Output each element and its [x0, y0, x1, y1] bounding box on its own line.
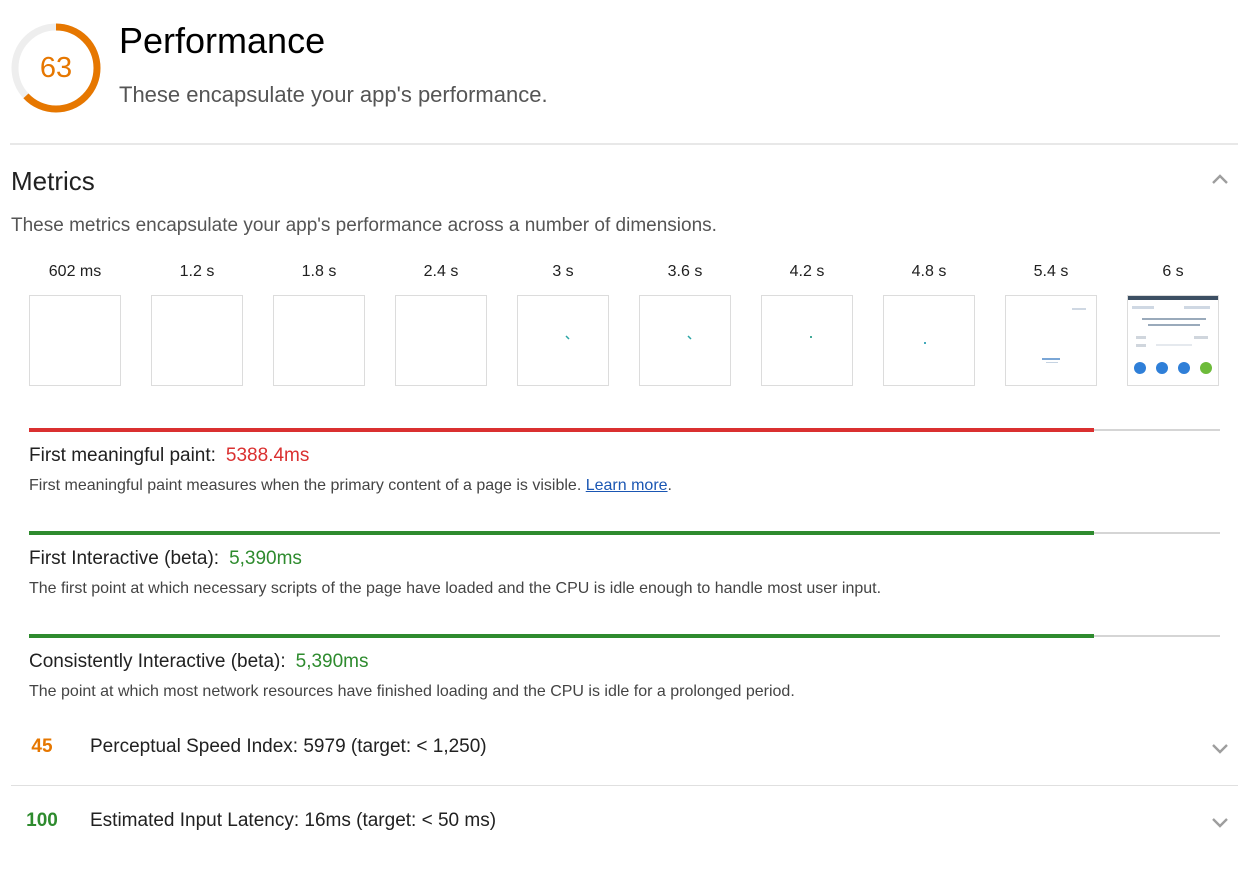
metrics-group-title: Metrics — [11, 166, 95, 196]
divider — [10, 143, 1238, 145]
audit-title: Perceptual Speed Index: 5979 (target: < … — [90, 736, 487, 757]
frame-timestamp: 602 ms — [48, 263, 102, 280]
filmstrip-frame: 602 ms — [29, 260, 121, 386]
frame-timestamp: 6 s — [1162, 263, 1184, 280]
filmstrip-frame: 3 s — [517, 260, 609, 386]
metric-bar-fill — [29, 634, 1094, 638]
frame-timestamp: 1.8 s — [301, 263, 337, 280]
metric-label: First Interactive (beta): — [29, 548, 220, 569]
frame-timestamp: 1.2 s — [179, 263, 215, 280]
filmstrip-frame: 2.4 s — [395, 260, 487, 386]
chevron-down-icon[interactable] — [1208, 810, 1232, 834]
metric-value: 5,390ms — [229, 548, 302, 569]
frame-thumbnail — [395, 295, 487, 386]
filmstrip: 602 ms 1.2 s 1.8 s 2.4 s 3 s 3.6 s 4.2 s… — [29, 260, 1229, 390]
metric-bar-track — [29, 531, 1220, 535]
frame-timestamp: 3 s — [552, 263, 574, 280]
score-gauge: 63 — [10, 22, 102, 114]
frame-thumbnail — [1127, 295, 1219, 386]
frame-thumbnail — [29, 295, 121, 386]
learn-more-link[interactable]: Learn more — [586, 477, 668, 494]
metrics-group-description: These metrics encapsulate your app's per… — [11, 215, 717, 236]
audit-score: 45 — [31, 736, 53, 757]
filmstrip-frame: 4.2 s — [761, 260, 853, 386]
category-description: These encapsulate your app's performance… — [119, 82, 548, 107]
frame-thumbnail — [273, 295, 365, 386]
audit-score: 100 — [26, 810, 58, 831]
frame-timestamp: 2.4 s — [423, 263, 459, 280]
metric-help-text: The first point at which necessary scrip… — [29, 580, 882, 597]
metric-label: Consistently Interactive (beta): — [29, 651, 286, 672]
divider — [11, 785, 1238, 786]
chevron-down-icon[interactable] — [1208, 736, 1232, 760]
filmstrip-frame: 6 s — [1127, 260, 1219, 386]
filmstrip-frame: 1.2 s — [151, 260, 243, 386]
metric-bar-track — [29, 634, 1220, 638]
frame-thumbnail — [761, 295, 853, 386]
frame-timestamp: 4.8 s — [911, 263, 947, 280]
metric-bar-fill — [29, 531, 1094, 535]
metric-value: 5,390ms — [295, 651, 369, 672]
metric-bar-track — [29, 428, 1220, 432]
frame-thumbnail — [1005, 295, 1097, 386]
frame-timestamp: 4.2 s — [789, 263, 825, 280]
chevron-up-icon[interactable] — [1208, 168, 1232, 192]
metric-help-text: First meaningful paint measures when the… — [29, 477, 672, 494]
metric-value: 5388.4ms — [225, 445, 310, 466]
category-title: Performance — [119, 20, 326, 61]
frame-timestamp: 5.4 s — [1033, 263, 1069, 280]
metric-bar-fill — [29, 428, 1094, 432]
filmstrip-frame: 5.4 s — [1005, 260, 1097, 386]
audit-estimated-input-latency[interactable]: 100 Estimated Input Latency: 16ms (targe… — [11, 796, 1238, 846]
score-value: 63 — [39, 52, 73, 84]
frame-timestamp: 3.6 s — [667, 263, 703, 280]
frame-thumbnail — [639, 295, 731, 386]
filmstrip-frame: 1.8 s — [273, 260, 365, 386]
filmstrip-frame: 4.8 s — [883, 260, 975, 386]
audit-title: Estimated Input Latency: 16ms (target: <… — [90, 810, 497, 831]
frame-thumbnail — [883, 295, 975, 386]
frame-thumbnail — [151, 295, 243, 386]
audit-perceptual-speed-index[interactable]: 45 Perceptual Speed Index: 5979 (target:… — [11, 722, 1238, 772]
metric-help-text: The point at which most network resource… — [29, 683, 795, 700]
frame-thumbnail — [517, 295, 609, 386]
filmstrip-frame: 3.6 s — [639, 260, 731, 386]
metric-label: First meaningful paint: — [29, 445, 216, 466]
